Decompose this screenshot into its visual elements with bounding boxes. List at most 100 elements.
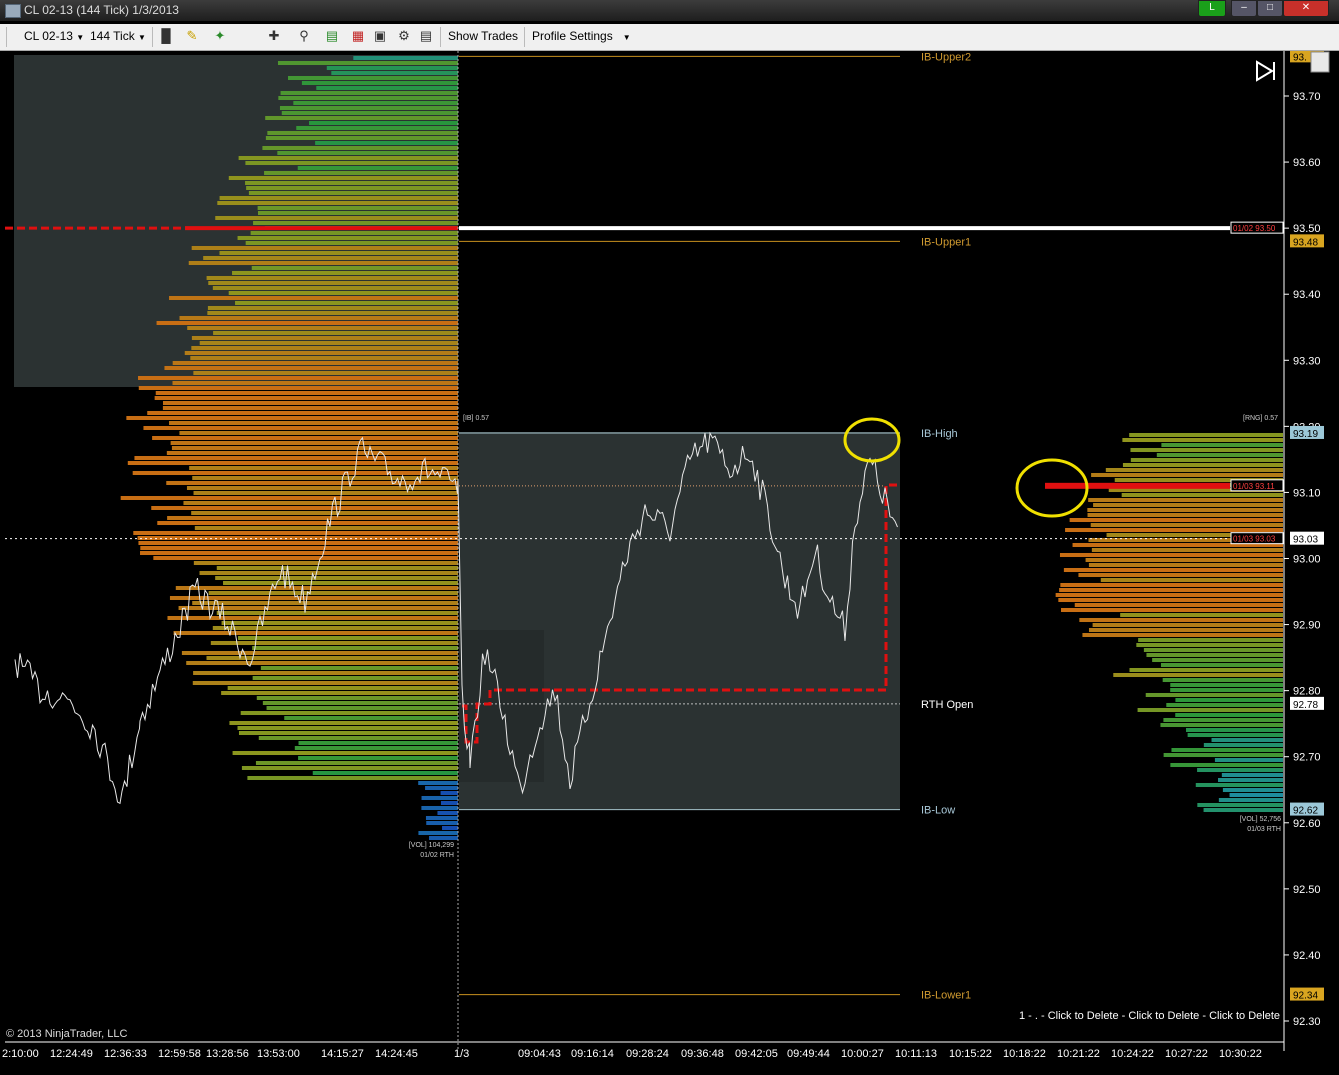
volume-profile-bar-today [1105, 468, 1283, 472]
volume-profile-bar-prev [203, 256, 458, 260]
chart-style-icon[interactable]: ▦ [350, 28, 366, 44]
volume-profile-bar-prev [265, 136, 458, 140]
volume-profile-bar-today [1197, 768, 1283, 772]
volume-profile-bar-prev [255, 761, 458, 765]
ib-upper2-label: IB-Upper2 [921, 51, 971, 63]
volume-profile-bar-today [1221, 773, 1283, 777]
volume-profile-bar-prev [284, 716, 458, 720]
volume-profile-bar-today [1129, 668, 1283, 672]
volume-profile-bar-today [1085, 558, 1283, 562]
volume-profile-bar-prev [219, 196, 458, 200]
time-tick-label: 13:53:00 [257, 1048, 300, 1060]
volume-profile-bar-today [1059, 588, 1283, 592]
properties-icon[interactable]: ⚙ [396, 28, 412, 44]
volume-profile-bar-prev [248, 191, 458, 195]
volume-profile-bar-prev [288, 76, 458, 80]
period-selector[interactable]: 144 Tick ▼ [90, 29, 146, 43]
volume-profile-bar-prev [440, 791, 458, 795]
volume-profile-bar-today [1088, 563, 1283, 567]
volume-profile-bar-today [1214, 758, 1283, 762]
vol-today-sub-label: 01/03 RTH [1247, 826, 1281, 833]
data-box-icon[interactable]: ▤ [418, 28, 434, 44]
axis-scroll-button[interactable] [1310, 51, 1330, 73]
vol-prev-sub-label: 01/02 RTH [420, 852, 454, 859]
ib-range-label: [IB] 0.57 [463, 415, 489, 422]
volume-profile-bar-prev [440, 801, 458, 805]
time-tick-label: 09:16:14 [571, 1048, 614, 1060]
price-tick-label: 92.50 [1293, 884, 1321, 896]
volume-profile-bar-prev [301, 81, 458, 85]
time-tick-label: 12:59:58 [158, 1048, 201, 1060]
chart-panel[interactable]: IB-Upper2 IB-Upper1 IB-High RTH Open IB-Low I… [0, 49, 1339, 1071]
time-tick-label: 09:04:43 [518, 1048, 561, 1060]
volume-profile-bar-prev [192, 601, 458, 605]
volume-profile-bar-today [1195, 783, 1283, 787]
volume-profile-bar-prev [179, 431, 459, 435]
strategy-icon[interactable]: ▤ [324, 28, 340, 44]
time-tick-label: 10:30:22 [1219, 1048, 1262, 1060]
volume-profile-bar-prev [245, 241, 458, 245]
volume-profile-bar-today [1166, 703, 1283, 707]
ib-sub-box [459, 630, 544, 782]
chart-toolbar: CL 02-13 ▼ 144 Tick ▼ █ ✎ ✦ ✚ ⚲ ▤ ▦ ▣ ⚙ … [0, 24, 1339, 51]
volume-profile-bar-prev [421, 796, 458, 800]
chart-canvas[interactable]: IB-Upper2 IB-Upper1 IB-High RTH Open IB-Low I… [0, 49, 1339, 1071]
volume-profile-bar-today [1186, 728, 1283, 732]
profile-settings-menu[interactable]: Profile Settings ▼ [532, 29, 631, 43]
drawing-tool-icon[interactable]: ✎ [184, 28, 200, 44]
volume-profile-bar-prev [137, 536, 458, 540]
volume-profile-bar-prev [257, 206, 458, 210]
volume-profile-bar-prev [191, 511, 458, 515]
volume-profile-bar-today [1211, 738, 1283, 742]
instrument-selector[interactable]: CL 02-13 ▼ [24, 29, 84, 43]
close-icon[interactable]: ✕ [1283, 0, 1329, 17]
vol-today-label: [VOL] 52,756 [1240, 816, 1281, 823]
volume-profile-bar-prev [245, 161, 458, 165]
volume-profile-bar-today [1091, 473, 1283, 477]
volume-profile-bar-prev [278, 96, 458, 100]
scroll-to-end-icon[interactable] [1256, 60, 1275, 82]
volume-profile-bar-prev [187, 326, 458, 330]
time-tick-label: 10:27:22 [1165, 1048, 1208, 1060]
bar-type-icon[interactable]: █ [158, 28, 174, 44]
zoom-icon[interactable]: ⚲ [296, 28, 312, 44]
volume-profile-bar-prev [241, 766, 458, 770]
chevron-down-icon: ▼ [138, 33, 146, 42]
price-tick-label: 93.30 [1293, 355, 1321, 367]
vol-prev-label: [VOL] 104,299 [409, 842, 454, 849]
volume-profile-bar-prev [169, 596, 458, 600]
volume-profile-bar-today [1060, 583, 1283, 587]
volume-profile-bar-prev [258, 736, 458, 740]
price-tick-label: 93.00 [1293, 554, 1321, 566]
volume-profile-bar-prev [138, 541, 459, 545]
volume-profile-bar-today [1163, 718, 1283, 722]
time-tick-label: 09:49:44 [787, 1048, 830, 1060]
volume-profile-bar-prev [189, 466, 459, 470]
crosshair-icon[interactable]: ✚ [266, 28, 282, 44]
price-marker-label: 92.62 [1293, 806, 1318, 817]
volume-profile-bar-prev [191, 346, 459, 350]
volume-profile-bar-prev [298, 756, 458, 760]
volume-profile-bar-prev [186, 661, 458, 665]
price-tick-label: 92.90 [1293, 620, 1321, 632]
volume-profile-bar-prev [316, 86, 458, 90]
chevron-down-icon: ▼ [622, 33, 631, 42]
volume-profile-bar-today [1059, 553, 1283, 557]
indicator-icon[interactable]: ✦ [212, 28, 228, 44]
volume-profile-bar-prev [175, 586, 458, 590]
price-tick-label: 93.40 [1293, 289, 1321, 301]
poc-prev-tag: 01/02 93.50 [1233, 224, 1276, 233]
maximize-icon[interactable]: □ [1257, 0, 1283, 17]
data-series-icon[interactable]: ▣ [372, 28, 388, 44]
time-tick-label: 14:15:27 [321, 1048, 364, 1060]
volume-profile-bar-prev [217, 201, 458, 205]
time-tick-label: 10:15:22 [949, 1048, 992, 1060]
show-trades-button[interactable]: Show Trades [448, 29, 518, 43]
price-marker-label: 93.19 [1293, 429, 1318, 440]
volume-profile-bar-prev [190, 356, 458, 360]
minimize-icon[interactable]: – [1231, 0, 1257, 17]
volume-profile-bar-prev [265, 116, 458, 120]
volume-profile-bar-today [1175, 698, 1283, 702]
price-marker-label: 93.48 [1293, 237, 1318, 248]
time-tick-label: 09:36:48 [681, 1048, 724, 1060]
